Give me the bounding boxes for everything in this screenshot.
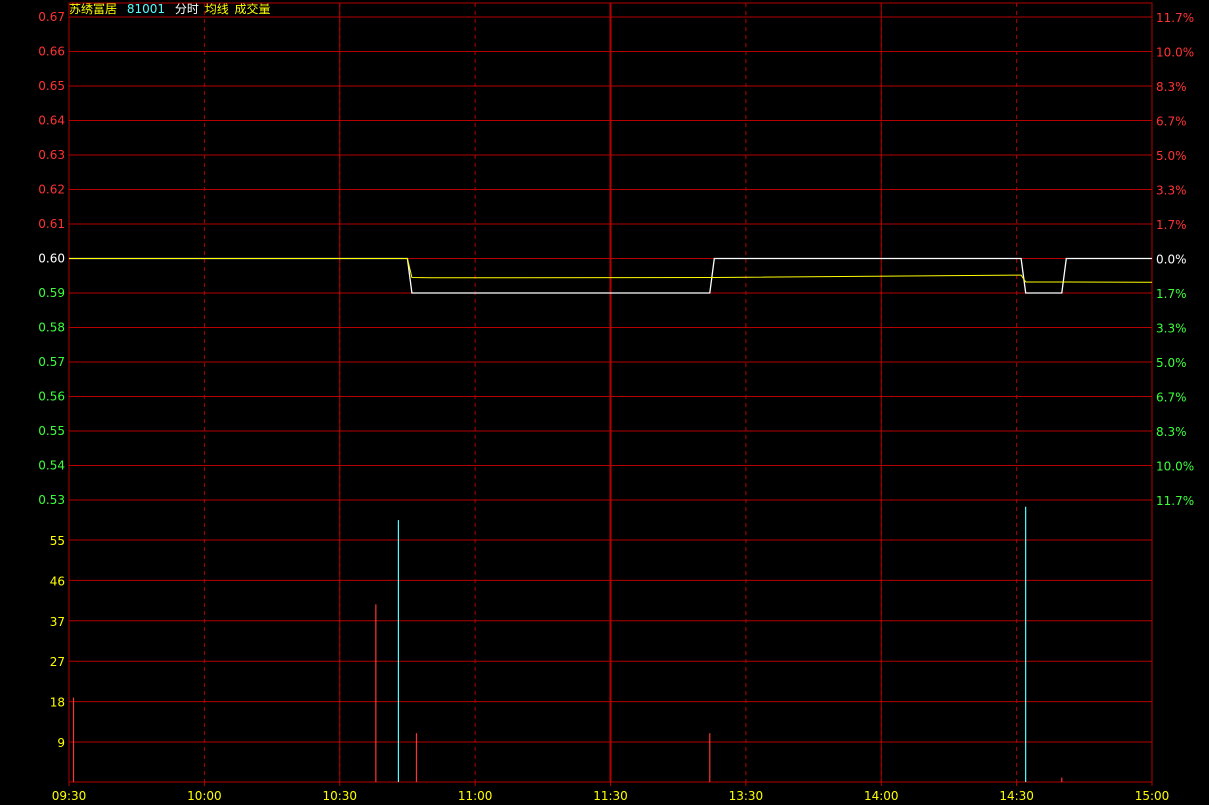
pct-tick-label: 6.7%: [1156, 391, 1187, 405]
price-tick-label: 0.67: [38, 10, 65, 24]
price-tick-label: 0.63: [38, 148, 65, 162]
pct-tick-label: 8.3%: [1156, 425, 1187, 439]
intraday-chart: 0.67 11.7% 0.66 10.0% 0.65 8.3% 0.64 6.7% 0.63 5.…: [38, 2, 1194, 803]
pct-tick-label: 6.7%: [1156, 115, 1187, 129]
x-tick-label: 13:30: [729, 789, 764, 803]
pct-tick-label: 11.7%: [1156, 494, 1194, 508]
x-tick-label: 11:30: [593, 789, 628, 803]
x-tick-label: 14:30: [999, 789, 1034, 803]
price-tick-label: 0.55: [38, 424, 65, 438]
price-tick-label: 0.57: [38, 355, 65, 369]
price-tick-label: 0.66: [38, 45, 65, 59]
price-tick-label: 0.61: [38, 217, 65, 231]
volume-tick-label: 46: [50, 574, 65, 588]
pct-tick-label: 3.3%: [1156, 184, 1187, 198]
price-tick-label: 0.59: [38, 286, 65, 300]
x-tick-label: 10:00: [187, 789, 222, 803]
pct-tick-label: 3.3%: [1156, 322, 1187, 336]
pct-tick-label: 1.7%: [1156, 287, 1187, 301]
x-tick-label: 11:00: [458, 789, 493, 803]
x-tick-label: 15:00: [1135, 789, 1170, 803]
price-tick-label: 0.53: [38, 493, 65, 507]
price-tick-label: 0.62: [38, 183, 65, 197]
pct-tick-label: 11.7%: [1156, 11, 1194, 25]
pct-tick-label: 0.0%: [1156, 253, 1187, 267]
x-tick-label: 10:30: [322, 789, 357, 803]
pct-tick-label: 5.0%: [1156, 356, 1187, 370]
price-tick-label: 0.60: [38, 252, 65, 266]
pct-tick-label: 8.3%: [1156, 80, 1187, 94]
price-tick-label: 0.64: [38, 114, 65, 128]
x-tick-label: 09:30: [52, 789, 87, 803]
volume-tick-label: 18: [50, 696, 65, 710]
volume-tick-label: 37: [50, 615, 65, 629]
pct-tick-label: 10.0%: [1156, 460, 1194, 474]
pct-tick-label: 10.0%: [1156, 46, 1194, 60]
price-tick-label: 0.58: [38, 321, 65, 335]
volume-tick-label: 9: [57, 736, 65, 750]
price-tick-label: 0.54: [38, 459, 65, 473]
price-tick-label: 0.56: [38, 390, 65, 404]
volume-tick-label: 55: [50, 534, 65, 548]
price-tick-label: 0.65: [38, 79, 65, 93]
x-tick-label: 14:00: [864, 789, 899, 803]
volume-tick-label: 27: [50, 655, 65, 669]
pct-tick-label: 5.0%: [1156, 149, 1187, 163]
pct-tick-label: 1.7%: [1156, 218, 1187, 232]
